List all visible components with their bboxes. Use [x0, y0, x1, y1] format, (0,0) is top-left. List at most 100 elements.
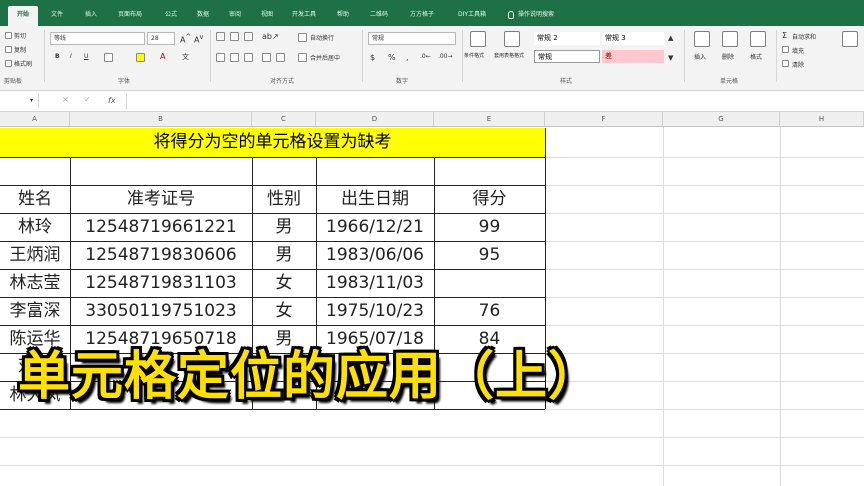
fill-button[interactable]: 填充 — [792, 46, 804, 55]
align-top-icon[interactable] — [216, 32, 225, 41]
column-header-f[interactable]: F — [545, 112, 663, 127]
tab-home[interactable]: 开始 — [8, 6, 38, 26]
header-cell-exam-id[interactable]: 准考证号 — [70, 185, 252, 213]
cell-exam-id[interactable]: 12548719661221 — [70, 213, 252, 241]
phonetic-icon[interactable]: 文 — [182, 52, 189, 62]
cell-score[interactable] — [434, 269, 545, 297]
tab-file[interactable]: 文件 — [44, 6, 70, 24]
header-cell-name[interactable]: 姓名 — [0, 185, 70, 213]
align-bottom-icon[interactable] — [244, 32, 253, 41]
tab-data[interactable]: 数据 — [190, 6, 216, 24]
cell-gender[interactable]: 女 — [252, 269, 316, 297]
fill-color-icon[interactable] — [136, 53, 145, 62]
styles-scroll-up-icon[interactable]: ▲ — [668, 34, 673, 42]
tell-me-search[interactable]: 操作说明搜索 — [508, 6, 578, 24]
style-normal-3[interactable]: 常规 3 — [602, 32, 664, 45]
header-cell-score[interactable]: 得分 — [434, 185, 545, 213]
tab-view[interactable]: 视图 — [254, 6, 280, 24]
cut-button[interactable]: 剪切 — [14, 31, 26, 40]
insert-cells-button[interactable]: 插入 — [694, 52, 706, 61]
format-painter-button[interactable]: 格式刷 — [14, 59, 32, 68]
cell-score[interactable]: 99 — [434, 213, 545, 241]
font-size-select[interactable]: 28 — [147, 32, 175, 45]
merge-center-button[interactable]: 合并后居中 — [310, 53, 340, 62]
cell-name[interactable]: 林玲 — [0, 213, 70, 241]
orientation-icon[interactable]: ab↗ — [262, 32, 279, 41]
percent-icon[interactable]: % — [388, 53, 396, 62]
cell-gender[interactable]: 男 — [252, 241, 316, 269]
number-format-select[interactable]: 常规 — [368, 32, 456, 45]
wrap-text-button[interactable]: 自动换行 — [310, 33, 334, 42]
currency-icon[interactable]: $ — [370, 53, 375, 62]
tab-diy-toolbox[interactable]: DIY工具箱 — [450, 6, 494, 24]
format-cells-button[interactable]: 格式 — [750, 52, 762, 61]
italic-icon[interactable]: I — [70, 53, 72, 60]
cell-birthdate[interactable]: 1983/06/06 — [316, 241, 434, 269]
cell-gender[interactable]: 男 — [252, 213, 316, 241]
column-header-d[interactable]: D — [316, 112, 434, 127]
cell-exam-id[interactable]: 12548719831103 — [70, 269, 252, 297]
clear-button[interactable]: 清除 — [792, 60, 804, 69]
cell-name[interactable]: 李富深 — [0, 297, 70, 325]
cell-exam-id[interactable]: 12548719830606 — [70, 241, 252, 269]
cell-birthdate[interactable]: 1983/11/03 — [316, 269, 434, 297]
column-header-c[interactable]: C — [252, 112, 316, 127]
tab-ffgz[interactable]: 方方格子 — [402, 6, 442, 24]
cell-name[interactable]: 林志莹 — [0, 269, 70, 297]
style-normal[interactable]: 常规 — [534, 50, 600, 63]
cell-exam-id[interactable]: 33050119751023 — [70, 297, 252, 325]
shrink-font-icon[interactable]: Av — [194, 33, 203, 45]
align-left-icon[interactable] — [216, 53, 225, 62]
insert-function-button[interactable]: fx — [108, 93, 116, 108]
align-middle-icon[interactable] — [230, 32, 239, 41]
enter-icon[interactable]: ✓ — [84, 95, 91, 104]
tab-help[interactable]: 帮助 — [330, 6, 356, 24]
tab-formulas[interactable]: 公式 — [158, 6, 184, 24]
indent-decrease-icon[interactable] — [262, 53, 271, 62]
delete-cells-button[interactable]: 删除 — [722, 52, 734, 61]
column-header-e[interactable]: E — [434, 112, 545, 127]
formula-input[interactable] — [126, 93, 864, 109]
decrease-decimal-icon[interactable]: .00→ — [438, 53, 453, 60]
column-header-b[interactable]: B — [70, 112, 252, 127]
tab-insert[interactable]: 插入 — [78, 6, 104, 24]
tab-page-layout[interactable]: 页面布局 — [110, 6, 150, 24]
increase-decimal-icon[interactable]: .0← — [420, 53, 431, 60]
autosum-button[interactable]: 自动求和 — [792, 32, 816, 41]
name-box[interactable] — [0, 93, 39, 108]
cancel-icon[interactable]: × — [62, 95, 69, 104]
copy-button[interactable]: 复制 — [14, 45, 26, 54]
cell-birthdate[interactable]: 1975/10/23 — [316, 297, 434, 325]
cell-name[interactable]: 王炳润 — [0, 241, 70, 269]
sort-filter-icon[interactable] — [842, 31, 858, 47]
bold-icon[interactable]: B — [55, 53, 60, 60]
cell-score[interactable]: 95 — [434, 241, 545, 269]
underline-icon[interactable]: U — [84, 53, 88, 60]
align-center-icon[interactable] — [230, 53, 239, 62]
header-cell-birthdate[interactable]: 出生日期 — [316, 185, 434, 213]
name-box-dropdown-icon[interactable]: ▾ — [30, 97, 33, 104]
table-format-button[interactable]: 套用表格格式 — [494, 52, 524, 59]
cell-score[interactable]: 76 — [434, 297, 545, 325]
tab-review[interactable]: 审阅 — [222, 6, 248, 24]
column-header-h[interactable]: H — [780, 112, 864, 127]
align-right-icon[interactable] — [244, 53, 253, 62]
grow-font-icon[interactable]: A^ — [180, 33, 191, 45]
conditional-format-button[interactable]: 条件格式 — [464, 52, 484, 59]
header-cell-gender[interactable]: 性别 — [252, 185, 316, 213]
cell-birthdate[interactable]: 1966/12/21 — [316, 213, 434, 241]
font-name-select[interactable]: 等线 — [50, 32, 145, 45]
font-color-icon[interactable]: A — [160, 52, 165, 61]
cell-gender[interactable]: 女 — [252, 297, 316, 325]
sheet-title-cell[interactable]: 将得分为空的单元格设置为缺考 — [0, 128, 545, 157]
tab-developer[interactable]: 开发工具 — [286, 6, 322, 24]
style-bad[interactable]: 差 — [602, 50, 664, 63]
column-header-g[interactable]: G — [663, 112, 780, 127]
styles-scroll-down-icon[interactable]: ▼ — [668, 54, 673, 62]
border-icon[interactable] — [104, 53, 113, 62]
style-normal-2[interactable]: 常规 2 — [534, 32, 600, 45]
comma-icon[interactable]: , — [406, 53, 409, 62]
tab-qrcode[interactable]: 二维码 — [364, 6, 394, 24]
indent-increase-icon[interactable] — [276, 53, 285, 62]
column-header-a[interactable]: A — [0, 112, 70, 127]
